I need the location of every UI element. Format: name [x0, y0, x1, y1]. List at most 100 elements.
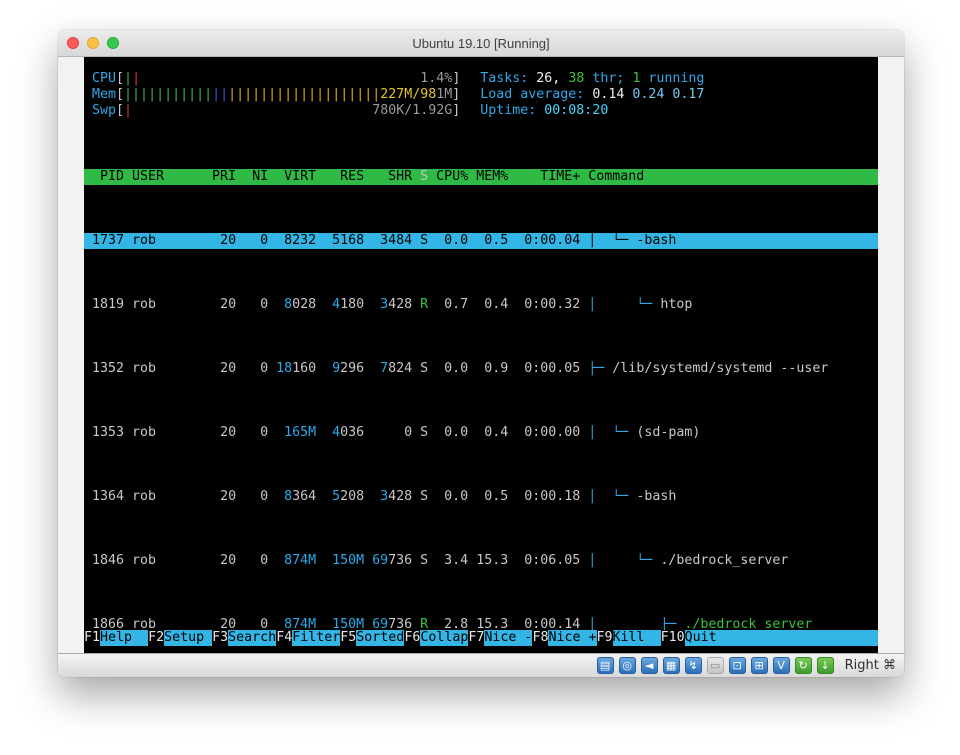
col-pid[interactable]: PID — [92, 169, 124, 185]
col-cpu[interactable]: CPU% — [428, 169, 468, 185]
pid-cell: 1352 — [92, 361, 124, 377]
fn-key-f7[interactable]: F7 — [468, 630, 484, 646]
fn-key-f10[interactable]: F10 — [661, 630, 685, 646]
res-cell: 4180 — [316, 297, 364, 313]
mem-cell: 0.5 — [468, 489, 508, 505]
terminal-screen[interactable]: CPU[|| 1.4%]Tasks: 26, 38 thr; 1 running… — [84, 57, 878, 653]
shr-cell: 3484 — [364, 233, 412, 249]
user-cell: rob — [124, 489, 204, 505]
process-row[interactable]: 1819 rob 20 0 8028 4180 3428 R 0.7 0.4 0… — [84, 297, 878, 313]
process-row[interactable]: 1352 rob 20 0 18160 9296 7824 S 0.0 0.9 … — [84, 361, 878, 377]
time-cell: 0:00.18 — [508, 489, 580, 505]
process-row[interactable]: 1364 rob 20 0 8364 5208 3428 S 0.0 0.5 0… — [84, 489, 878, 505]
col-res[interactable]: RES — [316, 169, 364, 185]
col-ni[interactable]: NI — [236, 169, 268, 185]
fn-key-f6[interactable]: F6 — [404, 630, 420, 646]
tree-lines: ├─ — [588, 361, 612, 376]
user-cell: rob — [124, 233, 204, 249]
fn-key-f2[interactable]: F2 — [148, 630, 164, 646]
cpu-cell: 0.0 — [428, 489, 468, 505]
command-cell: │ └─ -bash — [580, 233, 878, 249]
res-cell: 150M — [316, 553, 364, 569]
process-row[interactable]: 1737 rob 20 0 8232 5168 3484 S 0.0 0.5 0… — [84, 233, 878, 249]
fn-key-f5[interactable]: F5 — [340, 630, 356, 646]
pri-cell: 20 — [204, 297, 236, 313]
process-row[interactable]: 1353 rob 20 0 165M 4036 0 S 0.0 0.4 0:00… — [84, 425, 878, 441]
process-table: PID USER PRI NI VIRT RES SHR S CPU% MEM%… — [84, 137, 878, 677]
fn-key-f4[interactable]: F4 — [276, 630, 292, 646]
time-cell: 0:00.05 — [508, 361, 580, 377]
cpu-cell: 0.7 — [428, 297, 468, 313]
virt-cell: 874M — [268, 553, 316, 569]
command-cell: │ └─ ./bedrock_server — [580, 553, 878, 569]
user-cell: rob — [124, 425, 204, 441]
shr-cell: 0 — [364, 425, 412, 441]
pri-cell: 20 — [204, 489, 236, 505]
shr-cell: 3428 — [364, 297, 412, 313]
fn-label-f4[interactable]: Filter — [292, 630, 340, 646]
res-cell: 9296 — [316, 361, 364, 377]
fn-label-f8[interactable]: Nice + — [548, 630, 596, 646]
zoom-button[interactable] — [107, 37, 119, 49]
vm-window: Ubuntu 19.10 [Running] CPU[|| 1.4%]Tasks… — [58, 30, 904, 677]
table-header-row[interactable]: PID USER PRI NI VIRT RES SHR S CPU% MEM%… — [84, 169, 878, 185]
close-button[interactable] — [67, 37, 79, 49]
pri-cell: 20 — [204, 553, 236, 569]
fn-label-f5[interactable]: Sorted — [356, 630, 404, 646]
res-cell: 4036 — [316, 425, 364, 441]
col-mem[interactable]: MEM% — [468, 169, 508, 185]
ni-cell: 0 — [236, 489, 268, 505]
function-key-bar: F1Help F2Setup F3SearchF4FilterF5SortedF… — [84, 630, 878, 646]
fn-label-f6[interactable]: Collap — [420, 630, 468, 646]
time-cell: 0:00.32 — [508, 297, 580, 313]
tree-lines: │ └─ — [588, 553, 660, 568]
state-cell: S — [412, 553, 428, 569]
col-pri[interactable]: PRI — [204, 169, 236, 185]
col-virt[interactable]: VIRT — [268, 169, 316, 185]
cpu-cell: 0.0 — [428, 425, 468, 441]
fn-key-f9[interactable]: F9 — [597, 630, 613, 646]
fn-label-f3[interactable]: Search — [228, 630, 276, 646]
fn-key-f3[interactable]: F3 — [212, 630, 228, 646]
info-line: Load average: 0.14 0.24 0.17 — [460, 87, 704, 103]
fn-label-f10[interactable]: Quit — [685, 630, 717, 646]
virt-cell: 18160 — [268, 361, 316, 377]
user-cell: rob — [124, 361, 204, 377]
fn-label-f9[interactable]: Kill — [613, 630, 661, 646]
res-cell: 5168 — [316, 233, 364, 249]
user-cell: rob — [124, 297, 204, 313]
col-state[interactable]: S — [412, 169, 428, 185]
tree-lines: │ └─ — [588, 233, 636, 248]
minimize-button[interactable] — [87, 37, 99, 49]
mem-cell: 0.5 — [468, 233, 508, 249]
command-cell: │ └─ (sd-pam) — [580, 425, 878, 441]
fn-key-f8[interactable]: F8 — [532, 630, 548, 646]
time-cell: 0:06.05 — [508, 553, 580, 569]
fn-label-f1[interactable]: Help — [100, 630, 148, 646]
mem-cell: 0.4 — [468, 425, 508, 441]
swp-meter: Swp[| 780K/1.92G] — [92, 103, 460, 119]
vm-display-area: CPU[|| 1.4%]Tasks: 26, 38 thr; 1 running… — [58, 57, 904, 653]
fn-label-f2[interactable]: Setup — [164, 630, 212, 646]
tree-lines: │ └─ — [588, 297, 660, 312]
info-line: Uptime: 00:08:20 — [460, 103, 608, 119]
time-cell: 0:00.04 — [508, 233, 580, 249]
pid-cell: 1353 — [92, 425, 124, 441]
shr-cell: 3428 — [364, 489, 412, 505]
state-cell: R — [412, 297, 428, 313]
mem-meter: Mem[||||||||||||||||||||||||||||||||227M… — [92, 87, 460, 103]
tree-lines: │ └─ — [588, 489, 636, 504]
pid-cell: 1846 — [92, 553, 124, 569]
col-time[interactable]: TIME+ — [508, 169, 580, 185]
col-command[interactable]: Command — [580, 169, 878, 185]
user-cell: rob — [124, 553, 204, 569]
title-bar[interactable]: Ubuntu 19.10 [Running] — [58, 30, 904, 57]
col-user[interactable]: USER — [124, 169, 204, 185]
htop-header: CPU[|| 1.4%]Tasks: 26, 38 thr; 1 running… — [84, 57, 878, 119]
fn-key-f1[interactable]: F1 — [84, 630, 100, 646]
fn-label-f7[interactable]: Nice - — [484, 630, 532, 646]
pid-cell: 1364 — [92, 489, 124, 505]
process-row[interactable]: 1846 rob 20 0 874M 150M 69736 S 3.4 15.3… — [84, 553, 878, 569]
col-shr[interactable]: SHR — [364, 169, 412, 185]
shr-cell: 7824 — [364, 361, 412, 377]
